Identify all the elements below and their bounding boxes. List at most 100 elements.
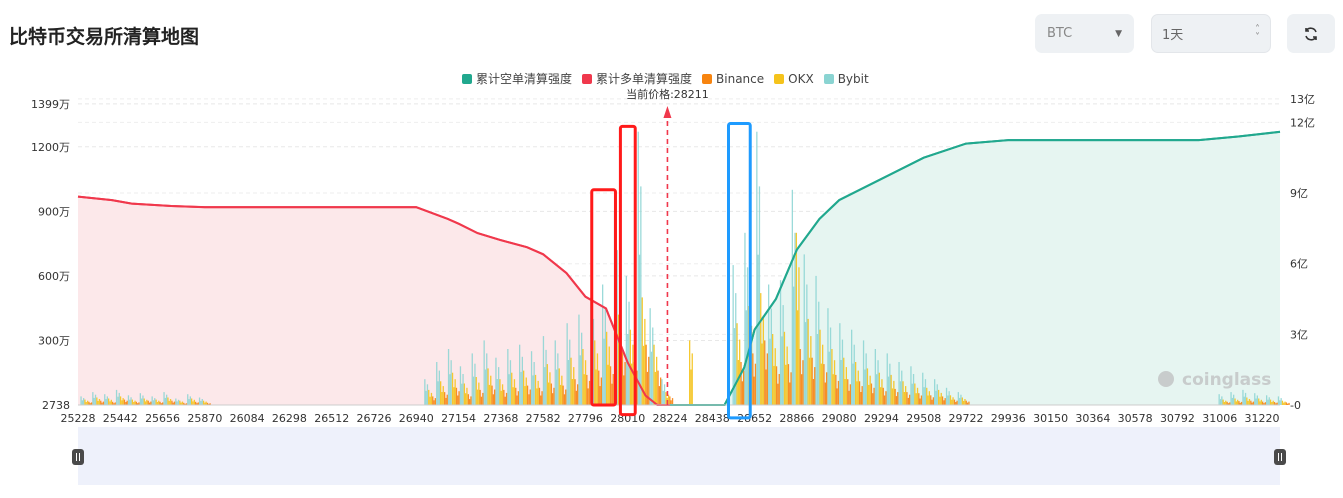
binance-bar (494, 389, 496, 405)
okx-bar (476, 389, 479, 405)
okx-bar (191, 398, 193, 405)
okx-bar (881, 379, 883, 405)
okx-bar (691, 353, 693, 405)
binance-bar (778, 374, 780, 405)
bybit-bar (154, 398, 156, 405)
okx-bar (490, 375, 492, 405)
bybit-bar (175, 398, 177, 405)
bybit-bar (554, 340, 556, 405)
okx-bar (169, 399, 172, 405)
bybit-bar (142, 395, 144, 405)
bybit-bar (851, 329, 853, 405)
bybit-bar (544, 367, 546, 405)
bybit-bar (770, 308, 772, 405)
okx-bar (665, 392, 667, 405)
okx-bar (868, 384, 870, 405)
bybit-bar (945, 387, 948, 405)
binance-bar (458, 391, 460, 405)
binance-bar (1252, 401, 1255, 405)
bybit-bar (649, 308, 651, 405)
bybit-bar (81, 400, 83, 405)
bybit-bar (462, 374, 464, 405)
okx-bar (857, 370, 859, 405)
okx-bar (915, 393, 917, 405)
bybit-bar (424, 379, 426, 405)
okx-bar (146, 399, 148, 405)
zoom-slider-handle[interactable] (1274, 449, 1286, 465)
binance-bar (741, 381, 743, 405)
bybit-bar (818, 301, 820, 405)
bybit-bar (936, 384, 938, 405)
bybit-bar (163, 392, 165, 405)
binance-bar (799, 349, 801, 405)
okx-bar (155, 399, 157, 405)
binance-bar (920, 395, 923, 405)
okx-bar (855, 362, 857, 405)
binance-bar (123, 399, 126, 405)
okx-bar (642, 345, 645, 405)
zoom-slider-handle[interactable] (72, 449, 84, 465)
bybit-bar (781, 336, 783, 405)
bybit-bar (735, 293, 737, 405)
okx-bar (559, 384, 562, 405)
binance-bar (491, 385, 493, 405)
x-tick-label: 28224 (653, 412, 688, 425)
binance-bar (126, 400, 128, 405)
bybit-bar (652, 327, 654, 405)
binance-bar (870, 383, 873, 405)
x-tick-label: 26298 (272, 412, 307, 425)
binance-bar (1238, 401, 1240, 405)
binance-bar (445, 397, 447, 405)
bybit-bar (1277, 396, 1280, 405)
bybit-bar (498, 367, 500, 405)
x-tick-label: 29936 (991, 412, 1026, 425)
x-tick-label: 28866 (779, 412, 814, 425)
binance-bar (552, 393, 554, 405)
binance-bar (894, 388, 896, 405)
y-right-tick-label: 9亿 (1290, 187, 1308, 200)
okx-bar (84, 399, 86, 405)
okx-bar (110, 399, 112, 405)
bybit-bar (662, 390, 664, 405)
bybit-bar (1244, 392, 1247, 405)
bybit-bar (152, 400, 155, 405)
y-right-tick-label: 6亿 (1290, 258, 1308, 271)
okx-bar (96, 397, 98, 405)
binance-bar (837, 380, 840, 405)
binance-bar (1288, 402, 1290, 405)
binance-bar (944, 398, 946, 405)
bybit-bar (545, 349, 547, 405)
binance-bar (836, 388, 838, 405)
binance-bar (775, 366, 778, 405)
bybit-bar (912, 374, 915, 405)
okx-bar (536, 388, 538, 405)
okx-bar (914, 383, 916, 405)
okx-bar (179, 400, 181, 405)
binance-bar (150, 401, 152, 405)
bybit-bar (957, 392, 959, 405)
bybit-bar (1268, 397, 1270, 405)
okx-bar (1269, 399, 1272, 405)
bybit-bar (486, 353, 488, 405)
bybit-bar (768, 284, 770, 405)
bybit-bar (557, 353, 559, 405)
x-tick-label: 26084 (230, 412, 265, 425)
bybit-bar (104, 394, 106, 405)
okx-bar (158, 400, 160, 405)
okx-bar (573, 367, 575, 405)
bybit-bar (746, 267, 749, 405)
binance-bar (434, 398, 436, 405)
binance-bar (658, 386, 660, 405)
binance-bar (812, 379, 815, 405)
bybit-bar (757, 254, 759, 405)
x-tick-label: 27582 (526, 412, 561, 425)
binance-bar (611, 383, 613, 405)
bybit-bar (1231, 397, 1233, 405)
bybit-bar (887, 376, 890, 405)
bybit-bar (521, 356, 523, 405)
bybit-bar (901, 370, 903, 405)
binance-bar (919, 398, 921, 405)
liquidation-chart: 2738 300万 600万 900万 1200万 1399万 -0 3亿 6亿 9亿 12亿 13亿… (31, 87, 1315, 485)
bybit-bar (1254, 393, 1256, 405)
bybit-bar (960, 394, 962, 405)
